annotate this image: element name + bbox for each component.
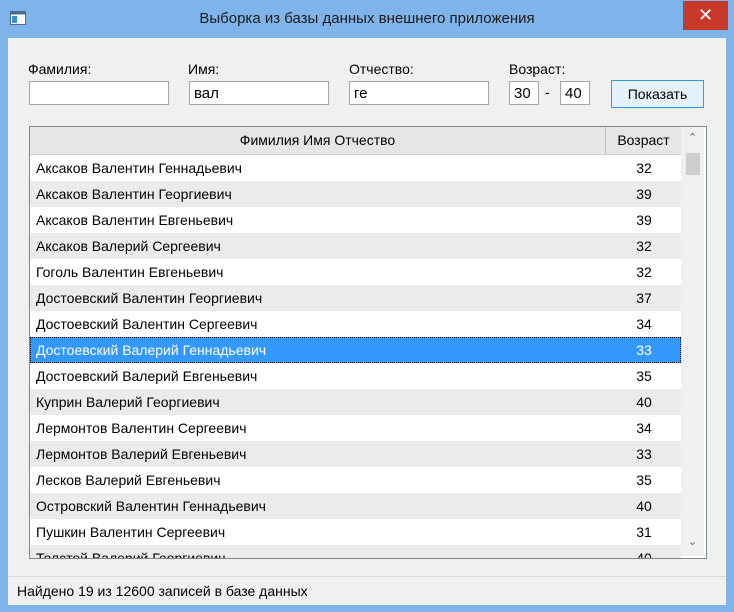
show-button[interactable]: Показать	[611, 80, 704, 108]
row-fullname: Толстой Валерий Георгиевич	[36, 550, 226, 559]
table-row[interactable]: Пушкин Валентин Сергеевич 31	[30, 519, 681, 545]
window-title: Выборка из базы данных внешнего приложен…	[199, 10, 535, 27]
row-fullname: Лермонтов Валерий Евгеньевич	[36, 446, 247, 462]
row-fullname: Достоевский Валерий Геннадьевич	[36, 342, 267, 358]
firstname-label: Имя:	[188, 61, 220, 77]
table-row[interactable]: Куприн Валерий Георгиевич 40	[30, 389, 681, 415]
table-row[interactable]: Достоевский Валерий Геннадьевич 33	[30, 337, 681, 363]
close-button[interactable]: ✕	[683, 1, 728, 30]
row-age: 40	[636, 498, 652, 514]
table-row[interactable]: Лермонтов Валерий Евгеньевич 33	[30, 441, 681, 467]
results-list[interactable]: Фимилия Имя Отчество Возраст Аксаков Вал…	[29, 126, 707, 559]
row-fullname: Аксаков Валентин Георгиевич	[36, 186, 232, 202]
row-fullname: Достоевский Валентин Георгиевич	[36, 290, 263, 306]
patronymic-input[interactable]	[349, 81, 489, 105]
row-fullname: Аксаков Валентин Геннадьевич	[36, 160, 242, 176]
row-age: 32	[636, 238, 652, 254]
row-age: 32	[636, 160, 652, 176]
rows-container: Аксаков Валентин Геннадьевич 32 Аксаков Ва…	[30, 155, 681, 559]
table-row[interactable]: Аксаков Валентин Евгеньевич 39	[30, 207, 681, 233]
table-row[interactable]: Аксаков Валентин Георгиевич 39	[30, 181, 681, 207]
table-row[interactable]: Достоевский Валентин Георгиевич 37	[30, 285, 681, 311]
column-header-fullname[interactable]: Фимилия Имя Отчество	[30, 127, 606, 154]
title-bar[interactable]: Выборка из базы данных внешнего приложен…	[0, 0, 734, 38]
column-header-age[interactable]: Возраст	[606, 127, 682, 154]
table-row[interactable]: Аксаков Валерий Сергеевич 32	[30, 233, 681, 259]
row-fullname: Лермонтов Валентин Сергеевич	[36, 420, 247, 436]
client-area: Фамилия: Имя: Отчество: Возраст: - Показ…	[8, 38, 726, 605]
table-row[interactable]: Лермонтов Валентин Сергеевич 34	[30, 415, 681, 441]
table-row[interactable]: Гоголь Валентин Евгеньевич 32	[30, 259, 681, 285]
table-row[interactable]: Лесков Валерий Евгеньевич 35	[30, 467, 681, 493]
list-header: Фимилия Имя Отчество Возраст	[30, 127, 686, 155]
row-age: 37	[636, 290, 652, 306]
row-fullname: Куприн Валерий Георгиевич	[36, 394, 220, 410]
age-to-input[interactable]	[560, 81, 590, 105]
status-text: Найдено 19 из 12600 записей в базе данны…	[17, 583, 308, 599]
row-fullname: Островский Валентин Геннадьевич	[36, 498, 266, 514]
row-age: 35	[636, 368, 652, 384]
lastname-input[interactable]	[29, 81, 169, 105]
row-age: 34	[636, 316, 652, 332]
row-age: 40	[636, 394, 652, 410]
table-row[interactable]: Достоевский Валерий Евгеньевич 35	[30, 363, 681, 389]
scroll-up-icon[interactable]: ⌃	[681, 131, 704, 147]
row-age: 39	[636, 212, 652, 228]
row-fullname: Аксаков Валентин Евгеньевич	[36, 212, 234, 228]
firstname-input[interactable]	[189, 81, 329, 105]
row-age: 33	[636, 446, 652, 462]
table-row[interactable]: Аксаков Валентин Геннадьевич 32	[30, 155, 681, 181]
row-age: 33	[636, 342, 652, 358]
table-row[interactable]: Достоевский Валентин Сергеевич 34	[30, 311, 681, 337]
app-window: Выборка из базы данных внешнего приложен…	[0, 0, 734, 612]
table-row[interactable]: Толстой Валерий Георгиевич 40	[30, 545, 681, 559]
patronymic-label: Отчество:	[349, 61, 414, 77]
row-age: 34	[636, 420, 652, 436]
lastname-label: Фамилия:	[28, 61, 92, 77]
row-fullname: Аксаков Валерий Сергеевич	[36, 238, 221, 254]
row-fullname: Достоевский Валентин Сергеевич	[36, 316, 258, 332]
row-fullname: Гоголь Валентин Евгеньевич	[36, 264, 224, 280]
table-row[interactable]: Островский Валентин Геннадьевич 40	[30, 493, 681, 519]
row-fullname: Пушкин Валентин Сергеевич	[36, 524, 226, 540]
row-age: 32	[636, 264, 652, 280]
age-separator: -	[545, 84, 550, 100]
scroll-down-icon[interactable]: ⌄	[681, 535, 704, 551]
row-fullname: Достоевский Валерий Евгеньевич	[36, 368, 258, 384]
scrollbar-thumb[interactable]	[686, 153, 700, 175]
row-age: 39	[636, 186, 652, 202]
row-age: 40	[636, 550, 652, 559]
status-bar: Найдено 19 из 12600 записей в базе данны…	[8, 576, 726, 605]
row-fullname: Лесков Валерий Евгеньевич	[36, 472, 221, 488]
vertical-scrollbar[interactable]: ⌃ ⌄	[681, 127, 704, 556]
age-label: Возраст:	[509, 61, 566, 77]
row-age: 31	[636, 524, 652, 540]
row-age: 35	[636, 472, 652, 488]
age-from-input[interactable]	[509, 81, 539, 105]
